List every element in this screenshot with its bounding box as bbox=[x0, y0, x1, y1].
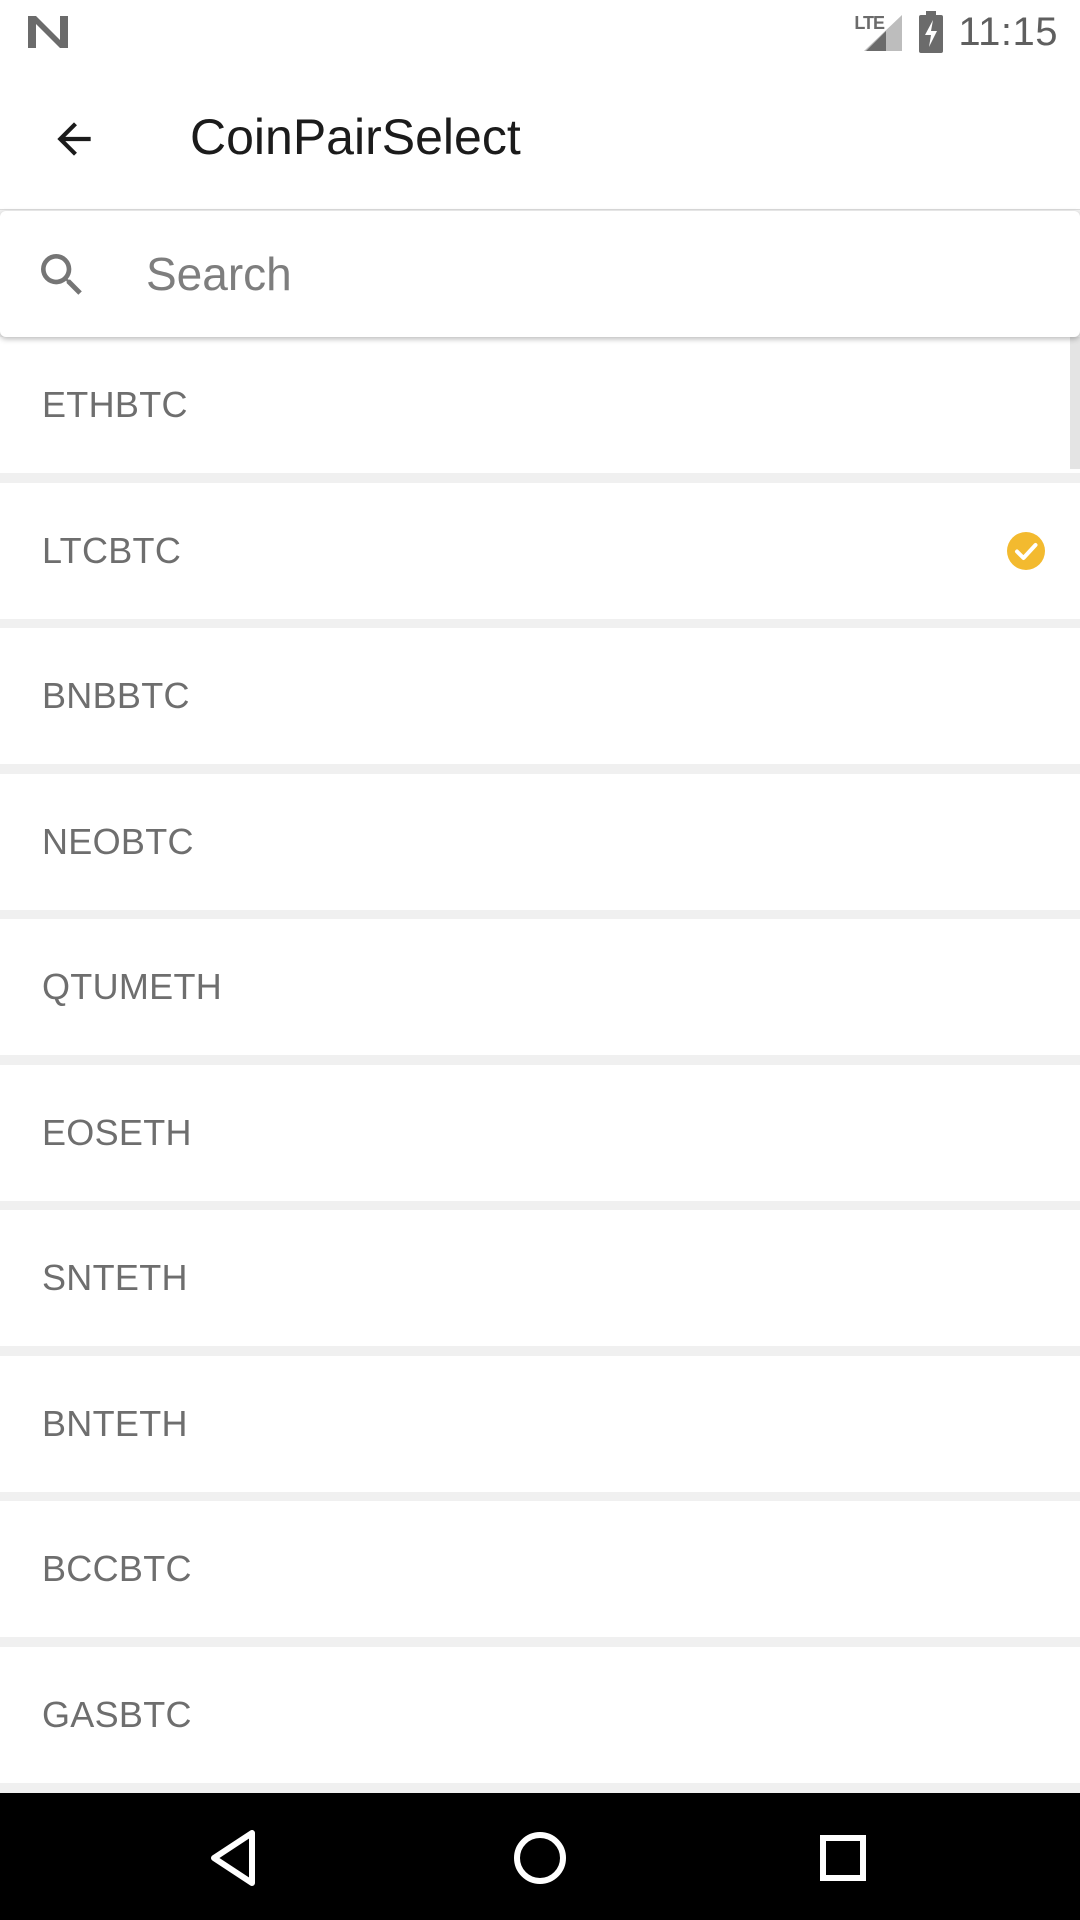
recents-square-icon[interactable] bbox=[808, 1823, 878, 1893]
check-circle-icon bbox=[1007, 532, 1045, 570]
list-item-gasbtc[interactable]: GASBTC bbox=[0, 1647, 1080, 1783]
coin-pair-list[interactable]: ETHBTC LTCBTC BNBBTC NEOBTC QTUMETH EOSE… bbox=[0, 337, 1080, 1793]
pair-label: LTCBTC bbox=[42, 530, 182, 571]
page-title: CoinPairSelect bbox=[190, 109, 521, 165]
arrow-back-icon bbox=[57, 122, 91, 156]
back-triangle-icon[interactable] bbox=[200, 1823, 270, 1893]
battery-charging-icon bbox=[919, 11, 944, 53]
pair-label: NEOBTC bbox=[42, 821, 194, 862]
list-item-ethbtc[interactable]: ETHBTC bbox=[0, 337, 1080, 473]
list-item-eoseth[interactable]: EOSETH bbox=[0, 1065, 1080, 1201]
search-input[interactable] bbox=[146, 235, 1046, 313]
home-circle-icon[interactable] bbox=[505, 1823, 575, 1893]
list-item-bnbbtc[interactable]: BNBBTC bbox=[0, 628, 1080, 764]
list-item-bccbtc[interactable]: BCCBTC bbox=[0, 1501, 1080, 1637]
status-bar: LTE 11:15 bbox=[0, 0, 1080, 63]
list-item-ltcbtc[interactable]: LTCBTC bbox=[0, 483, 1080, 619]
pair-label: BCCBTC bbox=[42, 1548, 192, 1589]
scrollbar[interactable] bbox=[1070, 337, 1080, 469]
pair-label: ETHBTC bbox=[42, 384, 188, 425]
pair-label: BNTETH bbox=[42, 1403, 188, 1444]
status-time: 11:15 bbox=[958, 9, 1058, 54]
pair-label: BNBBTC bbox=[42, 675, 190, 716]
back-button[interactable] bbox=[38, 103, 110, 175]
search-bar bbox=[0, 211, 1080, 337]
screen: LTE 11:15 CoinPairSelect Search ETHBTC L… bbox=[0, 0, 1080, 1920]
notification-n-icon bbox=[28, 16, 68, 48]
pair-label: EOSETH bbox=[42, 1112, 192, 1153]
list-item-qtumeth[interactable]: QTUMETH bbox=[0, 919, 1080, 1055]
list-item-neobtc[interactable]: NEOBTC bbox=[0, 774, 1080, 910]
list-item-snteth[interactable]: SNTETH bbox=[0, 1210, 1080, 1346]
lte-signal-icon: LTE bbox=[854, 11, 904, 53]
pair-label: GASBTC bbox=[42, 1694, 192, 1735]
search-icon[interactable] bbox=[34, 247, 90, 303]
app-bar: CoinPairSelect bbox=[0, 63, 1080, 210]
pair-label: SNTETH bbox=[42, 1257, 188, 1298]
pair-label: QTUMETH bbox=[42, 966, 223, 1007]
navigation-bar bbox=[0, 1793, 1080, 1920]
list-item-bnteth[interactable]: BNTETH bbox=[0, 1356, 1080, 1492]
